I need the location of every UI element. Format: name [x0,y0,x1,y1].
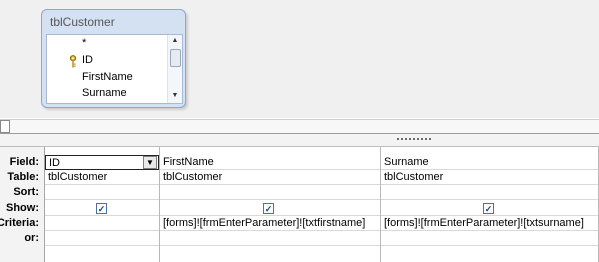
field-list: * ID FirstName Surname ▲ ▼ [46,34,183,104]
row-labels: Field: Table: Sort: Show: Criteria: or: [0,147,45,262]
criteria-cell[interactable]: [forms]![frmEnterParameter]![txtsurname] [381,216,598,231]
row-label-sort: Sort: [13,186,39,198]
table-cell[interactable]: tblCustomer [45,170,159,185]
table-cell[interactable]: tblCustomer [381,170,598,185]
table-field-list[interactable]: tblCustomer * ID FirstName Surname ▲ ▼ [41,9,186,108]
row-label-show: Show: [6,202,39,214]
grid-column-id: ID ▼ tblCustomer ✓ [45,147,160,262]
field-item-firstname[interactable]: FirstName [82,71,133,84]
or-cell[interactable] [45,231,159,246]
field-value: FirstName [163,156,214,168]
row-label-criteria: Criteria: [0,217,39,229]
pane-splitter[interactable] [0,133,599,147]
table-cell[interactable]: tblCustomer [160,170,380,185]
table-value: tblCustomer [48,171,108,183]
table-value: tblCustomer [163,171,223,183]
sort-cell[interactable] [45,185,159,200]
field-item-all[interactable]: * [82,37,86,50]
scrollbar-thumb[interactable] [170,49,181,67]
scroll-up-arrow-icon[interactable]: ▲ [169,36,181,46]
show-cell[interactable]: ✓ [381,201,598,216]
show-checkbox[interactable]: ✓ [96,203,107,214]
table-title: tblCustomer [50,15,115,29]
field-list-scrollbar[interactable]: ▲ ▼ [167,35,182,103]
criteria-value: [forms]![frmEnterParameter]![txtsurname] [384,217,584,229]
field-value: Surname [384,156,429,168]
criteria-cell[interactable]: [forms]![frmEnterParameter]![txtfirstnam… [160,216,380,231]
show-checkbox[interactable]: ✓ [263,203,274,214]
grid-column-firstname: FirstName tblCustomer ✓ [forms]![frmEnte… [160,147,381,262]
field-cell[interactable]: Surname [381,155,598,170]
field-dropdown-arrow-icon[interactable]: ▼ [143,156,157,169]
show-checkbox[interactable]: ✓ [483,203,494,214]
table-pane: tblCustomer * ID FirstName Surname ▲ ▼ [0,0,599,118]
sort-cell[interactable] [381,185,598,200]
row-label-field: Field: [9,156,39,168]
criteria-value: [forms]![frmEnterParameter]![txtfirstnam… [163,217,366,229]
or-cell[interactable] [381,231,598,246]
field-value: ID [49,157,60,169]
table-value: tblCustomer [384,171,444,183]
field-item-surname[interactable]: Surname [82,87,127,100]
field-cell[interactable]: ID [45,155,159,170]
field-cell[interactable]: FirstName [160,155,380,170]
show-cell[interactable]: ✓ [160,201,380,216]
field-item-id[interactable]: ID [82,54,93,67]
row-label-or: or: [24,232,39,244]
scroll-down-arrow-icon[interactable]: ▼ [169,91,181,101]
horizontal-scrollbar[interactable] [0,119,599,133]
row-label-table: Table: [7,171,39,183]
sort-cell[interactable] [160,185,380,200]
criteria-cell[interactable] [45,216,159,231]
show-cell[interactable]: ✓ [45,201,159,216]
or-cell[interactable] [160,231,380,246]
splitter-grip-icon[interactable] [397,138,431,142]
grid-column-surname: Surname tblCustomer ✓ [forms]![frmEnterP… [381,147,599,262]
design-grid: Field: Table: Sort: Show: Criteria: or: … [0,147,599,262]
primary-key-icon [69,55,77,68]
scroll-left-button[interactable] [0,120,10,133]
